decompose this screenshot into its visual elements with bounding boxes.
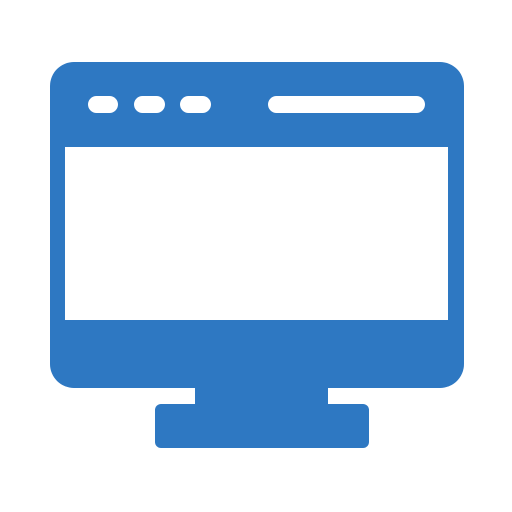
window-control-dot-2 bbox=[134, 96, 165, 113]
desktop-monitor-icon bbox=[50, 62, 464, 448]
monitor-stand-base bbox=[155, 404, 369, 448]
window-control-dot-1 bbox=[88, 96, 118, 113]
window-control-dot-3 bbox=[180, 96, 211, 113]
icon-canvas bbox=[0, 0, 512, 512]
monitor-screen bbox=[65, 147, 448, 320]
address-bar bbox=[268, 96, 425, 113]
